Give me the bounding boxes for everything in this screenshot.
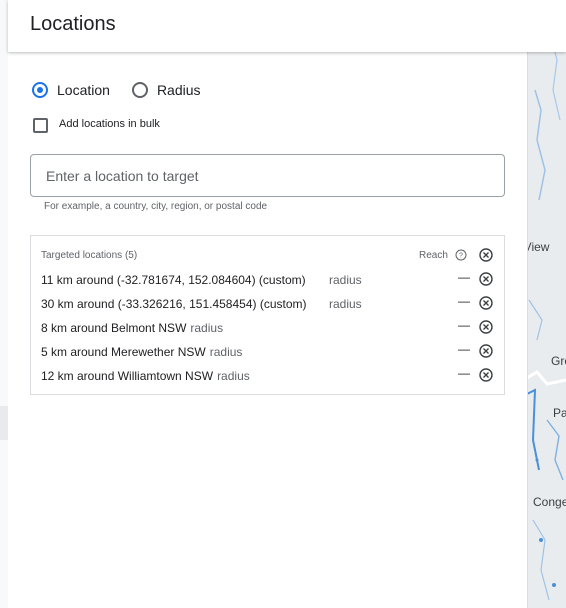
radio-location[interactable]: Location (32, 82, 110, 98)
help-circle-icon[interactable]: ? (455, 249, 467, 261)
target-location-text: 12 km around Williamtown NSW (41, 369, 214, 383)
radio-location-label: Location (57, 82, 110, 98)
map-label: Conge (533, 495, 566, 509)
target-location-text: 8 km around Belmont NSW (41, 321, 187, 335)
remove-circle-icon[interactable] (478, 271, 494, 287)
target-location-line: 5 km around Merewether NSW radius (41, 345, 242, 359)
target-type: radius (209, 345, 243, 359)
targeted-locations-list: Targeted locations (5) Reach ? 11 km aro… (30, 235, 505, 395)
mode-radio-group: Location Radius (32, 82, 201, 98)
targeted-locations-header: Targeted locations (5) (41, 250, 138, 261)
reach-label: Reach (419, 250, 448, 261)
target-row: 11 km around (-32.781674, 152.084604) (c… (31, 267, 506, 291)
bulk-checkbox-label[interactable]: Add locations in bulk (59, 118, 160, 130)
remove-circle-icon[interactable] (478, 367, 494, 383)
target-location-line: 8 km around Belmont NSW radius (41, 321, 223, 335)
target-location-text: 5 km around Merewether NSW (41, 345, 206, 359)
panel-header: Locations (8, 0, 566, 52)
target-type: radius (190, 321, 224, 335)
gutter-tab[interactable] (0, 406, 8, 440)
target-reach: — (458, 342, 470, 356)
page-title: Locations (30, 13, 116, 35)
target-row: 5 km around Merewether NSW radius — (31, 339, 506, 363)
target-reach: — (458, 366, 470, 380)
map-background (527, 0, 566, 608)
map-view[interactable]: t View Gre Pa Conge (527, 0, 566, 608)
target-type: radius (329, 297, 362, 311)
remove-circle-icon[interactable] (478, 343, 494, 359)
target-row: 30 km around (-33.326216, 151.458454) (c… (31, 291, 506, 315)
target-location-text: 30 km around (-33.326216, 151.458454) (c… (41, 297, 307, 311)
radio-radius-label: Radius (156, 82, 201, 98)
target-row: 12 km around Williamtown NSW radius — (31, 363, 506, 387)
target-location-text: 11 km around (-32.781674, 152.084604) (c… (41, 273, 306, 287)
target-type: radius (329, 273, 362, 287)
target-reach: — (458, 318, 470, 332)
svg-text:?: ? (459, 253, 463, 260)
map-label: t View (527, 240, 550, 254)
radio-radius-control[interactable] (131, 82, 148, 98)
radio-location-control[interactable] (32, 82, 48, 98)
map-label: Gre (551, 354, 566, 368)
target-location-line: 12 km around Williamtown NSW radius (41, 369, 250, 383)
search-hint: For example, a country, city, region, or… (44, 201, 268, 212)
target-type: radius (217, 369, 250, 383)
target-row: 8 km around Belmont NSW radius — (31, 315, 506, 339)
map-label: Pa (553, 406, 566, 420)
location-search-input[interactable] (30, 154, 505, 197)
target-reach: — (458, 294, 470, 308)
remove-circle-icon[interactable] (478, 319, 494, 335)
target-reach: — (458, 270, 470, 284)
bulk-checkbox[interactable] (33, 118, 48, 133)
radio-radius[interactable]: Radius (131, 82, 201, 98)
remove-all-icon[interactable] (478, 247, 494, 263)
remove-circle-icon[interactable] (478, 295, 494, 311)
